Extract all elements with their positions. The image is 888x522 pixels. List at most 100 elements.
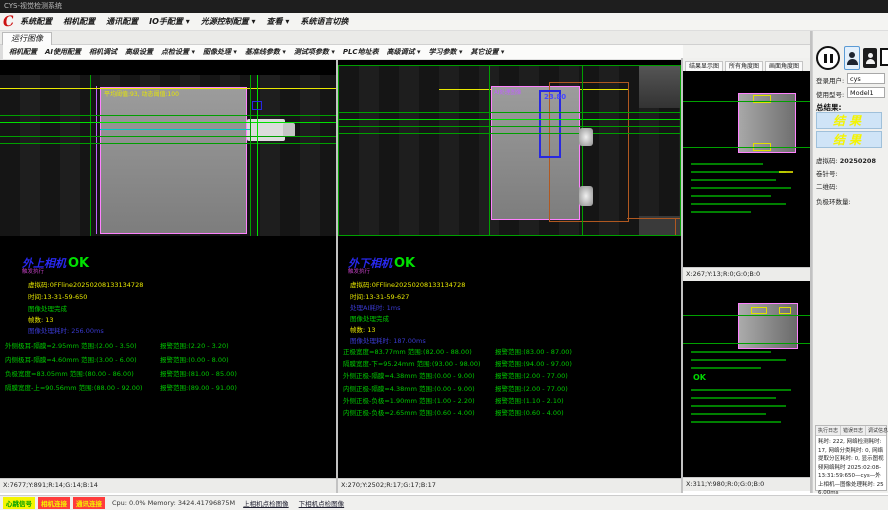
virtual-code-value: 20250208 (840, 157, 876, 165)
overlay-vline (250, 75, 251, 236)
user-switch-button[interactable] (863, 48, 877, 68)
exit-button[interactable] (879, 47, 888, 69)
pause-button[interactable] (816, 46, 840, 70)
tool-camera-debug[interactable]: 相机调试 (89, 47, 117, 57)
menu-light-config[interactable]: 光源控制配置 ▾ (201, 16, 256, 27)
tool-baseline-params[interactable]: 基准线参数 ▾ (245, 47, 286, 57)
tool-advanced-settings[interactable]: 高级设置 (125, 47, 153, 57)
result-text-line (691, 203, 786, 205)
right-bottom-coord-text: X:311;Y:980;R:0;G:0;B:0 (686, 480, 764, 488)
rtab-all-angles[interactable]: 所有角度图 (725, 61, 763, 71)
middle-camera-view[interactable]: AI处理图像 23.80 外下相机OK 触发执行 虚拟码:0FFline2025… (338, 60, 681, 478)
app-window: CYS-视觉检测系统 C 系统配置 相机配置 通讯配置 IO手配置 ▾ 光源控制… (0, 0, 888, 522)
log-tab-exec[interactable]: 执行日志 (816, 426, 841, 435)
log-tab-debug[interactable]: 调试信息 (866, 426, 888, 435)
result-text-line (691, 163, 763, 165)
cpu-memory-text: Cpu: 0.0% Memory: 3424.41796875M (112, 499, 235, 507)
left-camera-view[interactable]: 平均阈值:93, 动态阈值:100 外上相机OK 触发执行 虚拟码:0FFlin… (0, 60, 336, 478)
lower-camera-spotcheck-link[interactable]: 下相机点检图像 (299, 498, 345, 508)
menu-system-config[interactable]: 系统配置 (20, 16, 52, 27)
overlay-baseline (0, 122, 336, 123)
middle-process-time-text: 图像处理耗时: 187.00ms (350, 335, 426, 345)
tool-plc-address-table[interactable]: PLC地址表 (343, 47, 379, 57)
tool-other-settings[interactable]: 其它设置 ▾ (470, 47, 504, 57)
tool-learning-params[interactable]: 学习参数 ▾ (429, 47, 463, 57)
reflection-spot (579, 128, 593, 146)
result-text-line (691, 187, 791, 189)
result-box-2: 结果 (816, 131, 882, 148)
tool-test-params[interactable]: 测试项参数 ▾ (294, 47, 335, 57)
right-top-coord-text: X:267;Y:13;R:0;G:0;B:0 (686, 270, 760, 278)
user-login-button[interactable] (844, 46, 860, 70)
alarm-range-text: 报警范围:(89.00 - 91.00) (160, 382, 237, 392)
log-panel: 执行日志 错误日志 调试信息 耗时: 222, 网络检测耗时: 17, 网络分类… (815, 425, 887, 491)
menu-camera-config[interactable]: 相机配置 (63, 16, 95, 27)
tab-run-image[interactable]: 运行图像 (2, 32, 52, 46)
tool-ai-usage-config[interactable]: AI使用配置 (45, 47, 81, 57)
overlay-baseline (339, 133, 681, 134)
tab-strip: 运行图像 (0, 31, 888, 45)
app-logo-icon: C (2, 13, 15, 30)
comm-connection-badge: 通讯连接 (73, 497, 105, 509)
model-field[interactable]: Model1 (847, 87, 885, 98)
measurement-text: 外侧极耳-隔膜=2.95mm 范围:(2.00 - 3.50) (5, 340, 137, 350)
overlay-baseline (339, 126, 681, 127)
measurement-text: 内侧正极-隔膜=4.38mm 范围:(0.00 - 9.00) (343, 383, 475, 393)
user-icon (849, 52, 855, 58)
tool-spotcheck-settings[interactable]: 点检设置 ▾ (161, 47, 195, 57)
tool-camera-config[interactable]: 相机配置 (9, 47, 37, 57)
right-top-coord-statusbar: X:267;Y:13;R:0;G:0;B:0 (683, 267, 810, 281)
upper-camera-spotcheck-link[interactable]: 上相机点检图像 (243, 498, 289, 508)
menu-view[interactable]: 查看 ▾ (267, 16, 290, 27)
overlay-vline (90, 75, 91, 236)
blue-measure-value: 23.80 (544, 93, 566, 101)
left-coord-statusbar: X:7677;Y:891;R:14;G:14;B:14 (0, 478, 336, 493)
toolbar: 相机配置 AI使用配置 相机调试 高级设置 点检设置 ▾ 图像处理 ▾ 基准线参… (0, 45, 683, 60)
virtual-code-row: 虚拟码: 20250208 (816, 155, 876, 165)
status-bar: 心跳信号 相机连接 通讯连接 Cpu: 0.0% Memory: 3424.41… (0, 495, 888, 510)
control-side-panel: 登录用户: cys 使用型号: Model1 总结果: 结果 结果 虚拟码: 2… (812, 31, 888, 493)
result-text-line (691, 171, 786, 173)
overlay-baseline (683, 343, 810, 344)
overlay-baseline (683, 315, 810, 316)
rtab-frame-angles[interactable]: 画面角度图 (765, 61, 803, 71)
login-user-field[interactable]: cys (847, 73, 885, 84)
middle-camera-image[interactable]: AI处理图像 23.80 (338, 65, 681, 236)
alarm-range-text: 报警范围:(2.00 - 77.00) (495, 370, 568, 380)
menu-io-config[interactable]: IO手配置 ▾ (149, 16, 190, 27)
left-frame-count-text: 帧数: 13 (28, 314, 54, 324)
result-text-line (691, 359, 786, 361)
left-camera-image[interactable]: 平均阈值:93, 动态阈值:100 (0, 75, 336, 236)
result-text-line (691, 211, 751, 213)
overlay-baseline (339, 119, 681, 120)
right-top-camera-view[interactable] (683, 71, 810, 267)
qr-code-label: 二维码: (816, 181, 838, 191)
tool-advanced-debug[interactable]: 高级调试 ▾ (387, 47, 421, 57)
virtual-code-label: 虚拟码: (816, 157, 838, 165)
result-text-line (691, 179, 776, 181)
overlay-baseline (0, 136, 336, 137)
tool-image-processing[interactable]: 图像处理 ▾ (203, 47, 237, 57)
middle-trigger-note: 触发执行 (348, 267, 370, 275)
overlay-yellow-box (751, 307, 767, 314)
result-text-line (691, 367, 761, 369)
alarm-range-text: 报警范围:(2.20 - 3.20) (160, 340, 229, 350)
overlay-vline (489, 66, 490, 236)
result-text-line (779, 171, 793, 173)
right-bottom-camera-view[interactable]: OK (683, 281, 810, 477)
overlay-vline (257, 75, 258, 236)
overlay-baseline (0, 143, 336, 144)
measurement-text: 外侧正极-负极=1.90mm 范围:(1.00 - 2.20) (343, 395, 475, 405)
window-titlebar: CYS-视觉检测系统 (0, 0, 888, 13)
threshold-label: 平均阈值:93, 动态阈值:100 (104, 89, 179, 98)
heartbeat-badge: 心跳信号 (3, 497, 35, 509)
result-text-line (691, 413, 766, 415)
log-tab-error[interactable]: 错误日志 (841, 426, 866, 435)
menu-comm-config[interactable]: 通讯配置 (106, 16, 138, 27)
overlay-yellow-box (779, 307, 791, 314)
view-divider (681, 58, 683, 493)
left-ok-status: OK (68, 256, 89, 271)
fixture-block (639, 66, 681, 108)
menu-language-switch[interactable]: 系统语言切换 (300, 16, 348, 27)
rtab-result-image[interactable]: 结果显示图 (685, 61, 723, 71)
